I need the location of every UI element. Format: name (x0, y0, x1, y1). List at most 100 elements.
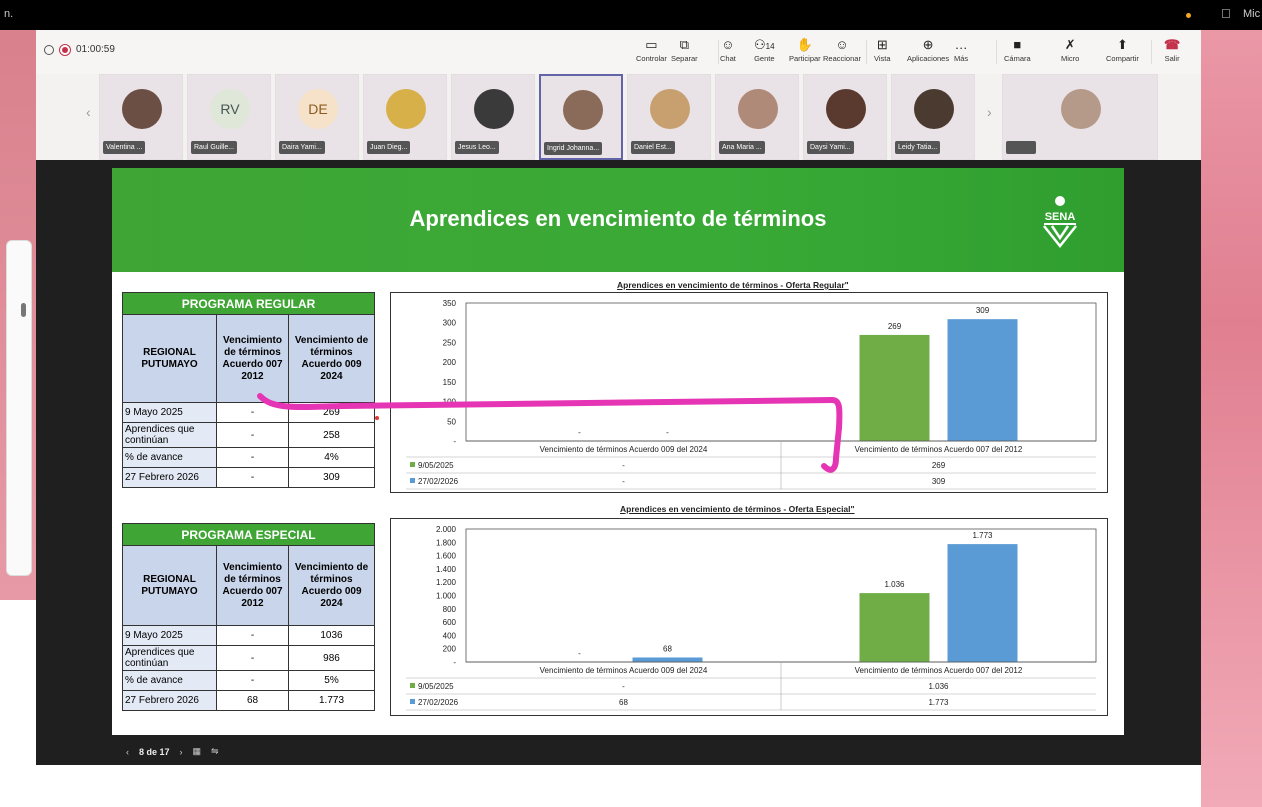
y-tick-label: 50 (447, 417, 456, 426)
y-tick-label: 250 (443, 338, 457, 347)
toolbar-label: Micro (1061, 54, 1080, 63)
toolbar-control-button[interactable]: ▭ Controlar (636, 36, 667, 63)
shared-content-stage: Aprendices en vencimiento de términos SE… (36, 160, 1201, 765)
participant-tile[interactable]: Jesus Leo... (451, 74, 535, 160)
toolbar-people-button[interactable]: ⚇14 Gente (754, 36, 775, 63)
toolbar-leave-button[interactable]: ☎ Salir (1164, 36, 1180, 63)
participant-avatar (650, 89, 690, 129)
grid-view-icon[interactable]: ▦ (193, 746, 202, 757)
legend-series-name: 27/02/2026 (418, 477, 459, 486)
bar-data-label: - (578, 428, 581, 437)
strip-next-icon[interactable]: › (987, 104, 992, 120)
participant-tile[interactable]: Daniel Est... (627, 74, 711, 160)
toolbar-label: Aplicaciones (907, 54, 950, 63)
toolbar-share-button[interactable]: ⬆ Compartir (1106, 36, 1139, 63)
toolbar-divider (866, 40, 867, 64)
participant-tile[interactable]: Ana Maria ... (715, 74, 799, 160)
bar-2025 (859, 593, 930, 662)
toolbar-popout-button[interactable]: ⧉ Separar (671, 36, 698, 63)
bar-data-label: 1.036 (884, 580, 905, 589)
toolbar-divider (996, 40, 997, 64)
especial-chart-svg: 2.000 1.800 1.600 1.400 1.200 1.000 800 600 400 2… (406, 525, 1097, 711)
toolbar-divider (718, 40, 719, 64)
teams-meeting-window: 01:00:59 ▭ Controlar ⧉ Separar ☺ Chat ⚇14 Gente… (36, 30, 1201, 765)
participant-avatar (563, 90, 603, 130)
participant-tile[interactable]: Ingrid Johanna... (539, 74, 623, 160)
row-label: Aprendices que continúan (122, 422, 217, 448)
apple-icon[interactable]:  (1221, 6, 1231, 21)
especial-chart-title: Aprendices en vencimiento de términos - … (620, 504, 855, 514)
mic-off-icon: ✗ (1064, 37, 1076, 52)
table-row: 27 Febrero 2026-309 (122, 467, 375, 488)
participant-tile[interactable]: DE Daira Yami... (275, 74, 359, 160)
table-row: 27 Febrero 2026 68 1.773 (122, 690, 375, 711)
control-icon: ▭ (645, 37, 658, 52)
slide-banner: Aprendices en vencimiento de términos SE… (112, 168, 1124, 272)
camera-off-icon: ■ (1013, 37, 1022, 52)
bar-data-label: 1.773 (972, 531, 993, 540)
cell-value: - (216, 467, 289, 488)
row-label: % de avance (122, 447, 217, 468)
sena-logo-text: SENA (1045, 211, 1076, 223)
bar-2026 (947, 319, 1018, 441)
regular-col-regional: REGIONAL PUTUMAYO (122, 314, 217, 403)
table-cell-value: 309 (932, 477, 946, 486)
toolbar-grid-button[interactable]: ⊞ Vista (874, 36, 891, 63)
participant-name: Daysi Yami... (807, 141, 854, 154)
y-tick-label: 1.400 (436, 565, 457, 574)
cell-value: 269 (288, 402, 375, 423)
participant-avatar (386, 89, 426, 129)
toolbar-raise-hand-button[interactable]: ✋ Participar (789, 36, 821, 63)
participant-tile[interactable]: Daysi Yami... (803, 74, 887, 160)
category-label: Vencimiento de términos Acuerdo 009 del … (540, 445, 708, 454)
y-tick-label: 2.000 (436, 525, 457, 534)
row-label: 27 Febrero 2026 (122, 690, 217, 711)
strip-prev-icon[interactable]: ‹ (86, 104, 91, 120)
reaction-icon: ☺ (835, 37, 849, 52)
menu-bar-right-fragment: Mic (1243, 8, 1261, 20)
row-label: % de avance (122, 670, 217, 691)
cell-value: - (216, 402, 289, 423)
record-icon (59, 43, 71, 56)
cell-value: 4% (288, 447, 375, 468)
toolbar-reaction-button[interactable]: ☺ Reaccionar (823, 36, 861, 63)
next-slide-icon[interactable]: › (180, 747, 183, 757)
shield-icon (44, 44, 54, 55)
participant-avatar (122, 89, 162, 129)
participant-name: Valentina ... (103, 141, 146, 154)
participant-tile[interactable]: Leidy Tatia... (891, 74, 975, 160)
toolbar-label: Gente (754, 54, 775, 63)
regular-table: PROGRAMA REGULAR REGIONAL PUTUMAYO Venci… (122, 292, 375, 488)
prev-slide-icon[interactable]: ‹ (126, 747, 129, 757)
self-video-tile[interactable] (1002, 74, 1158, 160)
scroll-knob[interactable] (21, 303, 26, 317)
participant-name: Daniel Est... (631, 141, 675, 154)
toolbar-camera-off-button[interactable]: ■ Cámara (1004, 36, 1031, 63)
cell-value: 68 (216, 690, 289, 711)
participant-name: Jesus Leo... (455, 141, 499, 154)
table-cell-value: - (622, 682, 625, 691)
recording-indicator: 01:00:59 (44, 43, 115, 56)
y-tick-label: 600 (443, 618, 457, 627)
y-tick-label: - (453, 437, 456, 446)
settings-sliders-icon[interactable]: ⇋ (211, 746, 219, 757)
participant-avatar: DE (298, 89, 338, 129)
toolbar-apps-button[interactable]: ⊕ Aplicaciones (907, 36, 949, 63)
legend-swatch (410, 699, 415, 704)
participant-name: Ingrid Johanna... (544, 142, 603, 155)
participant-strip: ‹ Valentina ... RV Raul Guille... DE Daira Y… (36, 74, 1201, 160)
participant-tile[interactable]: Juan Dieg... (363, 74, 447, 160)
participant-tile[interactable]: Valentina ... (99, 74, 183, 160)
toolbar-chat-button[interactable]: ☺ Chat (720, 36, 736, 63)
toolbar-mic-off-button[interactable]: ✗ Micro (1061, 36, 1079, 63)
y-tick-label: 800 (443, 605, 457, 614)
sena-logo: SENA (1043, 196, 1077, 249)
toolbar-more-button[interactable]: … Más (954, 36, 968, 63)
participant-tile[interactable]: RV Raul Guille... (187, 74, 271, 160)
y-tick-label: 200 (443, 358, 457, 367)
especial-col-regional: REGIONAL PUTUMAYO (122, 545, 217, 626)
meeting-toolbar: 01:00:59 ▭ Controlar ⧉ Separar ☺ Chat ⚇14 Gente… (36, 30, 1201, 74)
legend-swatch (410, 462, 415, 467)
toolbar-label: Compartir (1106, 54, 1139, 63)
especial-col-009: Vencimiento de términos Acuerdo 009 2024 (288, 545, 375, 626)
